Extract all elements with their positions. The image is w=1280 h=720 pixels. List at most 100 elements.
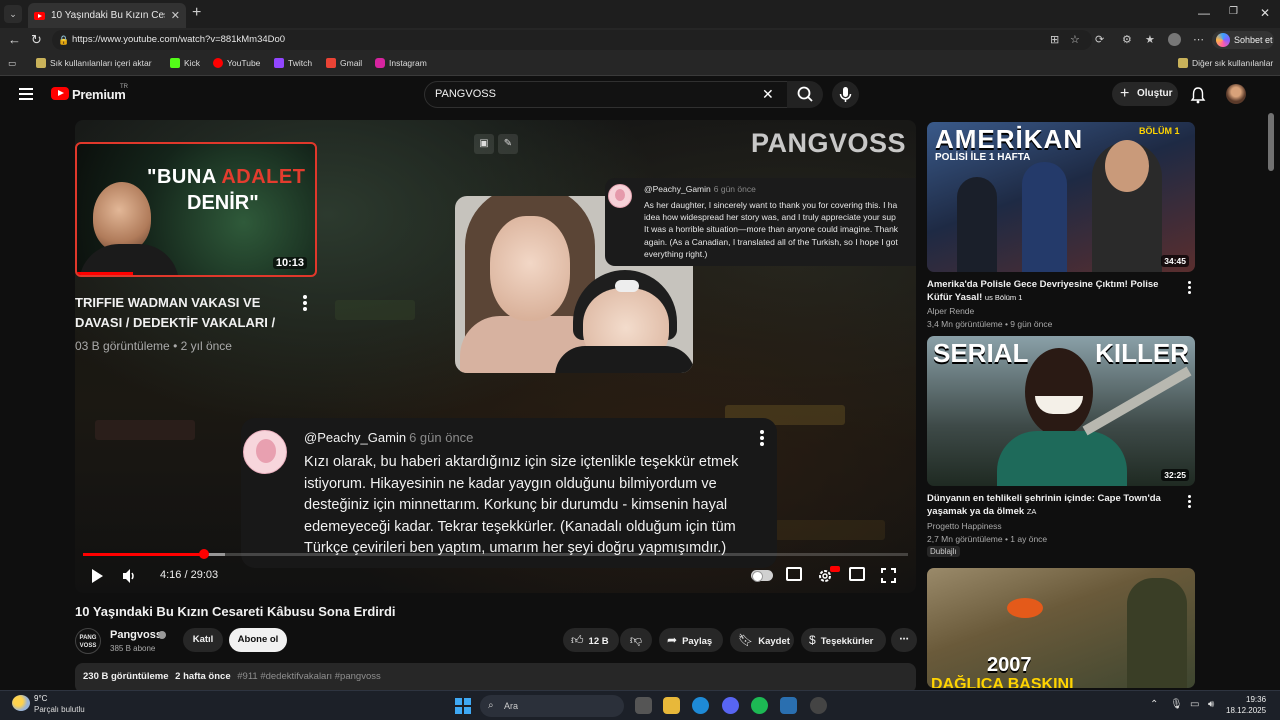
favorite-star-icon[interactable]: ☆	[1070, 33, 1080, 46]
subscribe-button[interactable]: Abone ol	[229, 628, 287, 652]
search-input[interactable]: PANGVOSS	[424, 81, 788, 108]
page-scrollbar[interactable]	[1268, 113, 1274, 171]
scrubber-handle[interactable]	[199, 549, 210, 559]
bookmark-gmail[interactable]: Gmail	[326, 58, 362, 68]
bookmark-youtube[interactable]: YouTube	[213, 58, 260, 68]
steam-icon[interactable]	[780, 697, 797, 714]
upload-age: 2 hafta önce	[175, 671, 231, 682]
refresh-page-icon[interactable]: ⟳	[1095, 33, 1104, 46]
suggested-thumbnail-3[interactable]: 2007 DAĞLICA BASKINI	[927, 568, 1195, 688]
suggested-thumbnail-1[interactable]: AMERİKAN POLİSİ İLE 1 HAFTA BÖLÜM 1 34:4…	[927, 122, 1195, 272]
more-actions-button[interactable]: ⋯	[891, 628, 917, 652]
endscreen-more-icon[interactable]	[303, 295, 307, 311]
system-clock[interactable]: 19:36 18.12.2025	[1226, 694, 1266, 716]
fullscreen-icon[interactable]	[881, 568, 896, 583]
app-available-icon[interactable]: ⊞	[1050, 33, 1059, 46]
file-explorer-icon[interactable]	[663, 697, 680, 714]
endscreen-video-thumbnail[interactable]: "BUNA ADALET DENİR" 10:13	[75, 142, 317, 277]
restore-icon[interactable]: ❐	[1229, 6, 1238, 17]
tab-actions-icon[interactable]: ⌄	[4, 5, 22, 23]
youtube-logo-icon[interactable]	[51, 87, 69, 100]
create-button[interactable]: + Oluştur	[1112, 82, 1178, 106]
channel-name[interactable]: Pangvoss	[110, 629, 162, 641]
minimize-icon[interactable]: —	[1198, 6, 1210, 20]
copilot-icon	[1216, 33, 1230, 47]
video-player[interactable]: "BUNA ADALET DENİR" 10:13 TRIFFIE WADMAN…	[75, 120, 916, 593]
edge-browser-icon[interactable]	[692, 697, 709, 714]
description-box[interactable]: 230 B görüntüleme 2 hafta önce #911 #ded…	[75, 663, 916, 693]
profile-icon[interactable]	[1168, 33, 1181, 46]
speaker-icon[interactable]: 🔊︎	[1208, 699, 1214, 710]
seek-bar[interactable]	[83, 549, 908, 559]
subtitles-icon[interactable]	[786, 567, 802, 581]
save-button[interactable]: 🔖︎ Kaydet	[730, 628, 794, 652]
browser-tab-active[interactable]: 10 Yaşındaki Bu Kızın Cesareti Kâbus ✕	[28, 3, 186, 28]
app-icon[interactable]	[810, 697, 827, 714]
weather-icon[interactable]	[12, 695, 30, 711]
weather-temperature[interactable]: 9°C	[34, 694, 47, 703]
like-button[interactable]: 👍︎ 12 B	[563, 628, 619, 652]
back-icon[interactable]: ←	[8, 32, 21, 47]
extensions-icon[interactable]: ⚙	[1122, 33, 1132, 46]
bookmark-label: Kick	[184, 58, 201, 68]
microphone-tray-icon[interactable]: 🎙︎	[1170, 699, 1183, 710]
task-view-icon[interactable]	[635, 697, 652, 714]
bookmark-kick[interactable]: Kick	[170, 58, 200, 68]
dislike-button[interactable]: 👎︎	[620, 628, 652, 652]
volume-icon[interactable]	[122, 568, 138, 584]
copilot-chat-button[interactable]: Sohbet et	[1212, 31, 1274, 49]
suggested-title-1[interactable]: Amerika'da Polisle Gece Devriyesine Çıkt…	[927, 278, 1177, 304]
menu-icon[interactable]	[19, 88, 33, 100]
suggested-title-2[interactable]: Dünyanın en tehlikeli şehrinin içinde: C…	[927, 492, 1177, 518]
suggested-thumbnail-2[interactable]: SERIAL KILLER 32:25	[927, 336, 1195, 486]
tab-close-icon[interactable]: ✕	[171, 9, 180, 22]
suggested-channel-2[interactable]: Progetto Happiness	[927, 520, 1002, 533]
youtube-premium-wordmark[interactable]: Premium	[72, 87, 126, 102]
chat-button-label: Sohbet et	[1234, 35, 1273, 45]
channel-avatar[interactable]: PANG VOSS	[75, 628, 101, 654]
url-field[interactable]: 🔒 https://www.youtube.com/watch?v=881kMm…	[52, 30, 1092, 50]
spotify-icon[interactable]	[751, 697, 768, 714]
lock-icon: 🔒	[58, 35, 70, 45]
tray-expand-icon[interactable]: ⌃	[1150, 699, 1158, 710]
notifications-bell-icon[interactable]	[1190, 86, 1206, 104]
taskbar-search[interactable]: ⌕ Ara	[480, 695, 624, 717]
other-bookmarks[interactable]: Diğer sık kullanılanlar	[1178, 58, 1273, 68]
youtube-icon	[213, 58, 223, 68]
folder-icon	[1178, 58, 1188, 68]
reload-icon[interactable]: ↻	[31, 32, 42, 48]
thumbnail-text-line1: "BUNA ADALET	[147, 166, 306, 188]
account-avatar[interactable]	[1226, 84, 1246, 104]
bookmark-import[interactable]: Sık kullanılanları içeri aktar	[36, 58, 152, 68]
comment-card-english: @Peachy_Gamin 6 gün önce As her daughter,…	[605, 178, 916, 266]
suggested-more-icon[interactable]	[1188, 495, 1191, 510]
hashtags[interactable]: #911 #dedektifvakaları #pangvoss	[237, 671, 380, 682]
autoplay-toggle[interactable]	[751, 570, 773, 582]
thanks-label: Teşekkürler	[820, 636, 874, 647]
weather-status[interactable]: Parçalı bulutlu	[34, 705, 85, 714]
thanks-button[interactable]: $ Teşekkürler	[801, 628, 886, 652]
play-icon[interactable]	[90, 568, 104, 584]
bookmark-instagram[interactable]: Instagram	[375, 58, 427, 68]
more-options-icon[interactable]: ⋯	[1193, 33, 1204, 46]
suggested-meta-2: 2,7 Mn görüntüleme • 1 ay önce	[927, 534, 1048, 544]
search-button[interactable]	[787, 81, 823, 108]
bookmark-twitch[interactable]: Twitch	[274, 58, 312, 68]
bookmark-label: YouTube	[227, 58, 261, 68]
share-button[interactable]: ➦ Paylaş	[659, 628, 723, 652]
bookmark-toggle-icon[interactable]: ▭	[8, 58, 16, 69]
suggested-channel-1[interactable]: Alper Rende	[927, 305, 974, 318]
network-icon[interactable]: ▭	[1190, 699, 1199, 710]
clear-search-icon[interactable]: ✕	[762, 86, 774, 103]
discord-icon[interactable]	[722, 697, 739, 714]
voice-search-button[interactable]	[832, 81, 859, 108]
endscreen-video-title[interactable]: TRIFFIE WADMAN VAKASI VE DAVASI / DEDEKT…	[75, 293, 275, 333]
favorites-icon[interactable]: ★	[1145, 33, 1155, 46]
window-close-icon[interactable]: ✕	[1260, 6, 1270, 20]
suggested-more-icon[interactable]	[1188, 281, 1191, 296]
miniplayer-icon[interactable]	[849, 567, 865, 581]
start-menu-icon[interactable]	[455, 698, 471, 714]
new-tab-icon[interactable]: +	[192, 4, 201, 22]
join-button[interactable]: Katıl	[183, 628, 223, 652]
played-bar	[83, 553, 205, 556]
